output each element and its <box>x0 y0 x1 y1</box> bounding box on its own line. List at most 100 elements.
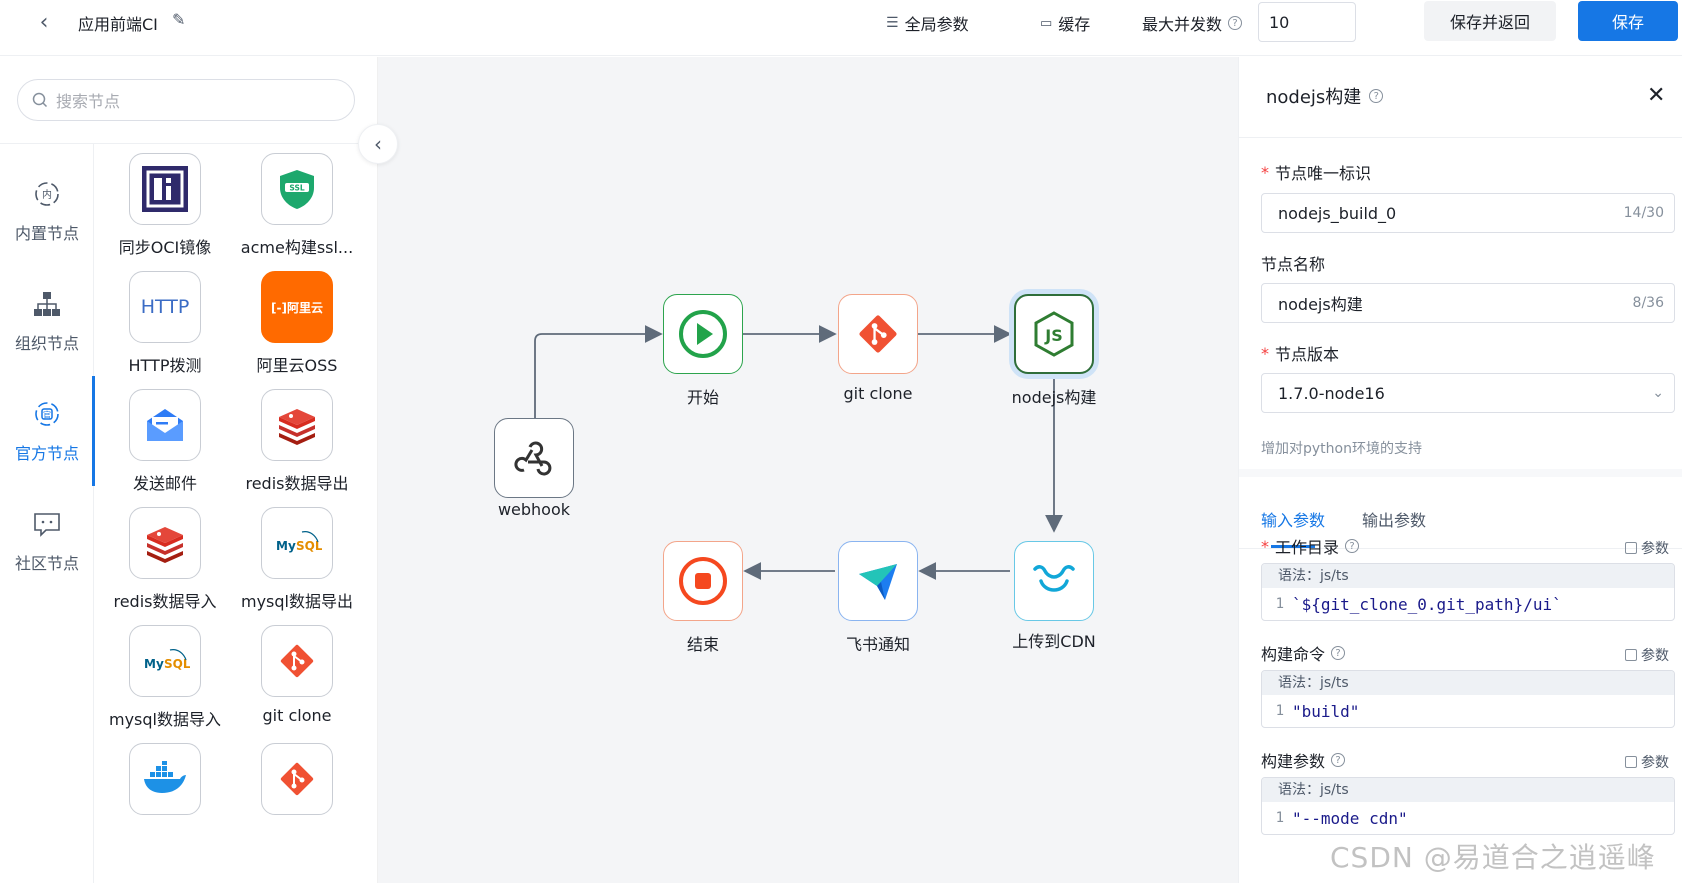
category-org[interactable]: 组织节点 <box>0 266 94 376</box>
node-tile-redis-export[interactable]: redis数据导出 <box>232 389 362 515</box>
node-tile-aliyun[interactable]: [-]阿里云 阿里云OSS <box>232 271 362 397</box>
oci-icon <box>129 153 201 225</box>
community-icon <box>31 508 63 540</box>
category-column: 内 内置节点 组织节点 官 官方节点 社区节点 <box>0 144 95 883</box>
node-tile-docker[interactable] <box>100 743 230 869</box>
svg-text:内: 内 <box>42 188 52 201</box>
panel-title: nodejs构建 ? <box>1266 83 1384 109</box>
mysql-icon: My SQL <box>261 507 333 579</box>
node-id-label: * 节点唯一标识 <box>1261 162 1372 184</box>
save-return-button[interactable]: 保存并返回 <box>1424 1 1556 41</box>
search-input[interactable]: 搜索节点 <box>17 79 355 121</box>
search-placeholder: 搜索节点 <box>56 92 121 111</box>
pipeline-canvas[interactable]: webhook 开始 git clone JS nodejs构建 上传到CDN … <box>378 57 1238 883</box>
node-grid: 同步OCI镜像 SSL acme构建ssl... HTTP HTTP拨测 [-]… <box>100 153 376 883</box>
workdir-label: * 工作目录? <box>1261 534 1360 558</box>
help-icon[interactable]: ? <box>1369 89 1384 103</box>
edit-icon[interactable]: ✎ <box>172 10 185 29</box>
divider <box>1239 137 1682 138</box>
help-icon[interactable]: ? <box>1331 646 1346 660</box>
search-icon <box>32 92 48 108</box>
build-command-editor[interactable]: 语法：js/ts 1 "build" <box>1261 670 1675 728</box>
save-button[interactable]: 保存 <box>1578 1 1678 41</box>
svg-text:My: My <box>144 657 164 671</box>
build-command-label: 构建命令? <box>1261 641 1346 665</box>
build-args-editor[interactable]: 语法：js/ts 1 "--mode cdn" <box>1261 777 1675 835</box>
close-icon[interactable]: ✕ <box>1647 83 1665 108</box>
node-tile-ssl[interactable]: SSL acme构建ssl... <box>232 153 362 279</box>
help-icon[interactable]: ? <box>1345 539 1360 553</box>
canvas-node-start[interactable] <box>663 294 743 374</box>
redis-icon <box>129 507 201 579</box>
node-tile-git[interactable] <box>232 743 362 869</box>
cache-button[interactable]: ▭ 缓存 <box>1040 11 1090 35</box>
node-tile-label: mysql数据导出 <box>241 592 353 611</box>
docker-icon <box>129 743 201 815</box>
canvas-node-end[interactable] <box>663 541 743 621</box>
git-icon <box>261 625 333 697</box>
param-icon <box>1625 649 1637 661</box>
version-value: 1.7.0-node16 <box>1278 383 1385 403</box>
category-label: 社区节点 <box>14 554 79 573</box>
canvas-node-git-clone[interactable] <box>838 294 918 374</box>
line-number: 1 <box>1275 810 1284 826</box>
tab-input-params[interactable]: 输入参数 <box>1261 507 1325 531</box>
node-tile-redis-import[interactable]: redis数据导入 <box>100 507 230 633</box>
aliyun-icon-text: [-]阿里云 <box>271 300 323 315</box>
node-id-input[interactable]: nodejs_build_0 14/30 <box>1261 193 1675 233</box>
workdir-editor[interactable]: 语法：js/ts 1 `${git_clone_0.git_path}/ui` <box>1261 563 1675 621</box>
git-icon <box>859 315 897 353</box>
syntax-hint: 语法：js/ts <box>1262 778 1674 802</box>
node-library: 搜索节点 内 内置节点 组织节点 官 官方节点 社区节点 同步OCI镜像 SSL… <box>0 57 378 883</box>
insert-param-button[interactable]: 参数 <box>1625 538 1669 558</box>
webhook-icon <box>514 441 552 476</box>
git-icon <box>261 743 333 815</box>
node-tile-mysql-import[interactable]: My SQL mysql数据导入 <box>100 625 230 751</box>
syntax-hint: 语法：js/ts <box>1262 564 1674 588</box>
node-tile-http[interactable]: HTTP HTTP拨测 <box>100 271 230 397</box>
back-icon[interactable]: ‹ <box>32 10 56 35</box>
canvas-node-label: 飞书通知 <box>845 635 910 654</box>
cache-label: 缓存 <box>1058 15 1091 34</box>
node-tile-oci[interactable]: 同步OCI镜像 <box>100 153 230 279</box>
canvas-node-nodejs[interactable]: JS <box>1014 294 1094 374</box>
node-name-input[interactable]: nodejs构建 8/36 <box>1261 283 1675 323</box>
canvas-node-cdn[interactable] <box>1014 541 1094 621</box>
org-icon <box>31 288 63 320</box>
insert-param-button[interactable]: 参数 <box>1625 752 1669 772</box>
pipeline-title: 应用前端CI <box>78 15 158 34</box>
node-tile-label: git clone <box>262 706 332 725</box>
http-icon-text: HTTP <box>140 296 190 318</box>
code-text: "--mode cdn" <box>1292 808 1408 828</box>
canvas-node-label: 结束 <box>686 635 719 654</box>
category-builtin[interactable]: 内 内置节点 <box>0 156 94 266</box>
node-tile-label: mysql数据导入 <box>109 710 221 729</box>
help-icon[interactable]: ? <box>1228 16 1243 30</box>
top-bar: ‹ 应用前端CI ✎ ☰ 全局参数 ▭ 缓存 最大并发数 ? 保存并返回 保存 <box>0 0 1682 56</box>
max-concurrency-label: 最大并发数 <box>1142 15 1223 34</box>
feishu-icon <box>859 564 897 600</box>
node-tile-mail[interactable]: 发送邮件 <box>100 389 230 515</box>
section-divider <box>1239 469 1682 477</box>
node-tile-mysql-export[interactable]: My SQL mysql数据导出 <box>232 507 362 633</box>
version-select[interactable]: 1.7.0-node16 ⌄ <box>1261 373 1675 413</box>
official-icon: 官 <box>31 398 63 430</box>
category-official[interactable]: 官 官方节点 <box>0 376 95 486</box>
category-label: 组织节点 <box>14 334 79 353</box>
param-icon <box>1625 756 1637 768</box>
canvas-node-webhook[interactable] <box>494 418 574 498</box>
canvas-node-feishu[interactable] <box>838 541 918 621</box>
category-community[interactable]: 社区节点 <box>0 486 94 596</box>
aliyun-icon: [-]阿里云 <box>261 271 333 343</box>
node-tile-git-clone[interactable]: git clone <box>232 625 362 751</box>
syntax-hint: 语法：js/ts <box>1262 671 1674 695</box>
help-icon[interactable]: ? <box>1331 753 1346 767</box>
global-params-button[interactable]: ☰ 全局参数 <box>886 11 969 35</box>
sliders-icon: ☰ <box>886 15 899 31</box>
tab-output-params[interactable]: 输出参数 <box>1362 507 1426 531</box>
code-text: "build" <box>1292 701 1360 721</box>
insert-param-button[interactable]: 参数 <box>1625 645 1669 665</box>
redis-icon <box>261 389 333 461</box>
collapse-panel-button[interactable]: ‹ <box>358 124 398 164</box>
max-concurrency-input[interactable] <box>1258 2 1356 42</box>
